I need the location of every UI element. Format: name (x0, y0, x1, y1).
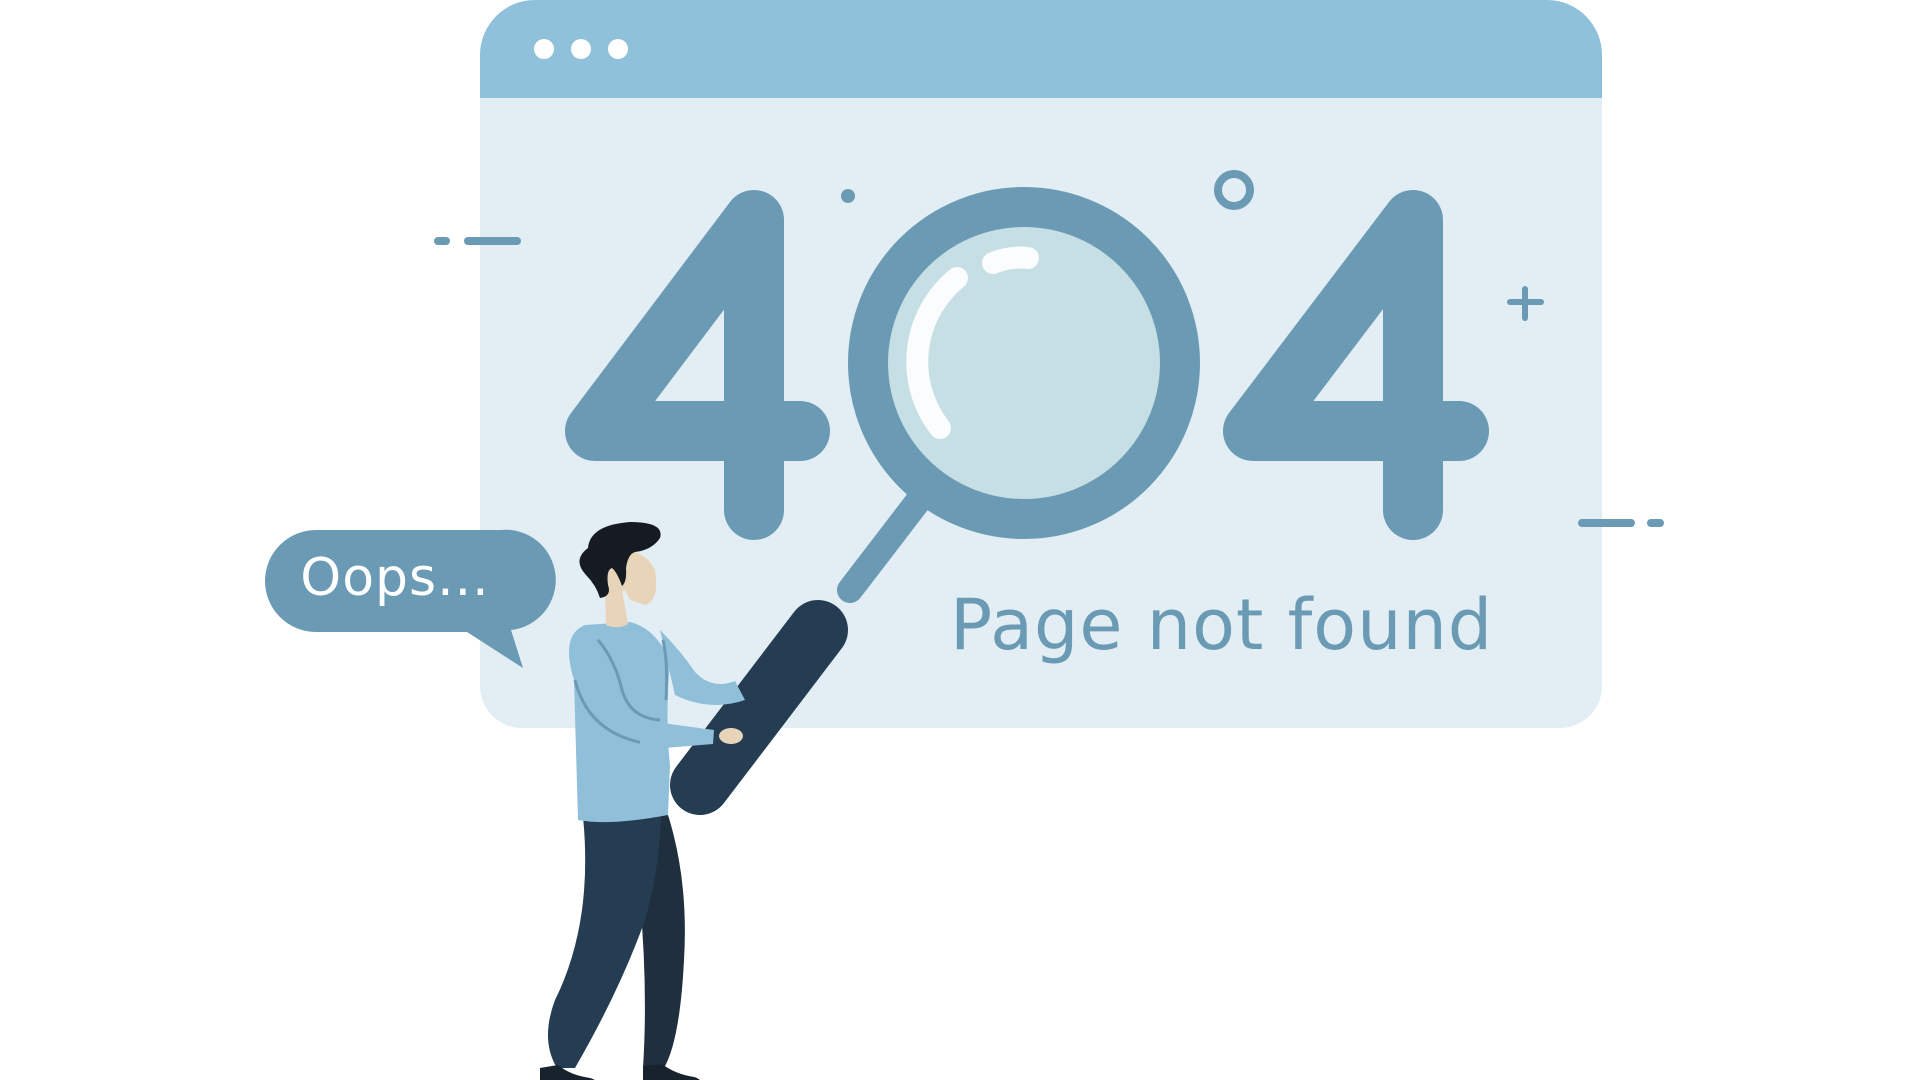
page-not-found-message: Page not found (950, 584, 1494, 666)
speech-bubble-text: Oops... (300, 548, 490, 608)
window-dots-icon (534, 39, 628, 59)
illustration-404 (265, 0, 1664, 1080)
dot-sparkle-icon (841, 189, 855, 203)
window-header (480, 0, 1602, 98)
hand (719, 728, 743, 744)
